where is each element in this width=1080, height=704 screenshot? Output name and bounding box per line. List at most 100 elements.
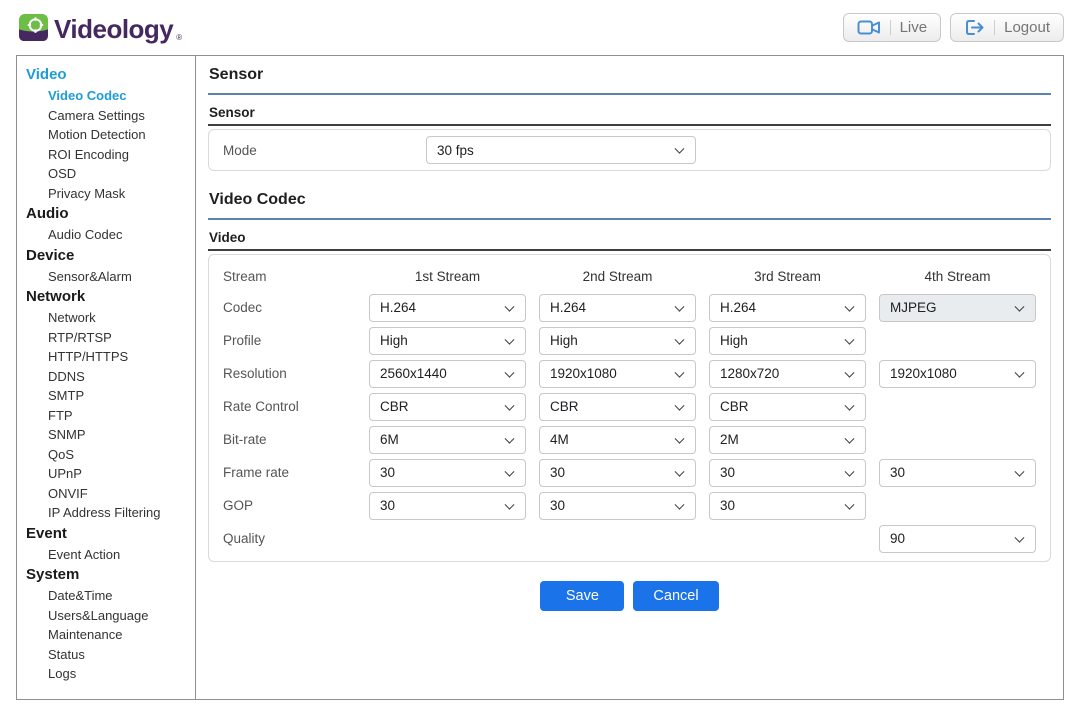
sidebar-item-onvif[interactable]: ONVIF (26, 484, 195, 504)
sensor-mode-value: 30 fps (437, 143, 474, 158)
sidebar-section-video[interactable]: Video (26, 64, 195, 86)
bit-rate-stream2-select[interactable]: 4M (539, 426, 696, 454)
frame-rate-stream1-value: 30 (380, 465, 395, 480)
codec-stream1-select[interactable]: H.264 (369, 294, 526, 322)
sidebar-section-audio[interactable]: Audio (26, 203, 195, 225)
sidebar-section-system[interactable]: System (26, 564, 195, 586)
resolution-stream2-select[interactable]: 1920x1080 (539, 360, 696, 388)
sensor-mode-select[interactable]: 30 fps (426, 136, 696, 164)
sidebar-item-qos[interactable]: QoS (26, 445, 195, 465)
chevron-down-icon (1015, 532, 1025, 542)
profile-row-label: Profile (223, 333, 356, 348)
frame-rate-stream3-select[interactable]: 30 (709, 459, 866, 487)
sensor-section-title: Sensor (208, 66, 1051, 95)
sidebar-item-rtp-rtsp[interactable]: RTP/RTSP (26, 328, 195, 348)
resolution-stream4-select[interactable]: 1920x1080 (879, 360, 1036, 388)
gop-stream3-select[interactable]: 30 (709, 492, 866, 520)
bit-rate-stream1-select[interactable]: 6M (369, 426, 526, 454)
button-divider (890, 20, 891, 35)
sidebar-item-camera-settings[interactable]: Camera Settings (26, 106, 195, 126)
profile-stream2-select[interactable]: High (539, 327, 696, 355)
gop-stream1-value: 30 (380, 498, 395, 513)
profile-stream1-select[interactable]: High (369, 327, 526, 355)
resolution-stream4-value: 1920x1080 (890, 366, 957, 381)
save-button[interactable]: Save (540, 581, 624, 611)
column-header-4th-stream: 4th Stream (879, 269, 1036, 284)
sidebar-item-motion-detection[interactable]: Motion Detection (26, 125, 195, 145)
frame-rate-stream1-select[interactable]: 30 (369, 459, 526, 487)
gop-row: GOP 30 30 30 (223, 489, 1036, 522)
rate-control-stream1-value: CBR (380, 399, 409, 414)
sidebar-item-privacy-mask[interactable]: Privacy Mask (26, 184, 195, 204)
resolution-row: Resolution 2560x1440 1920x1080 1280x720 … (223, 357, 1036, 390)
frame-rate-stream4-select[interactable]: 30 (879, 459, 1036, 487)
main-content: Sensor Sensor Mode 30 fps Video Codec Vi… (196, 56, 1063, 699)
sidebar-item-ddns[interactable]: DDNS (26, 367, 195, 387)
bit-rate-stream3-select[interactable]: 2M (709, 426, 866, 454)
sidebar-section-device[interactable]: Device (26, 245, 195, 267)
gop-stream1-select[interactable]: 30 (369, 492, 526, 520)
resolution-stream1-value: 2560x1440 (380, 366, 447, 381)
rate-control-stream3-select[interactable]: CBR (709, 393, 866, 421)
chevron-down-icon (675, 144, 685, 154)
column-header-3rd-stream: 3rd Stream (709, 269, 866, 284)
quality-stream4-select[interactable]: 90 (879, 525, 1036, 553)
nav-section-video: Video Video Codec Camera Settings Motion… (26, 64, 195, 203)
gop-stream3-value: 30 (720, 498, 735, 513)
live-button[interactable]: Live (843, 13, 942, 42)
frame-rate-stream2-select[interactable]: 30 (539, 459, 696, 487)
chevron-down-icon (675, 433, 685, 443)
nav-section-network: Network Network RTP/RTSP HTTP/HTTPS DDNS… (26, 286, 195, 523)
bit-rate-stream2-value: 4M (550, 432, 569, 447)
rate-control-stream1-select[interactable]: CBR (369, 393, 526, 421)
sidebar-item-maintenance[interactable]: Maintenance (26, 625, 195, 645)
sidebar-item-audio-codec[interactable]: Audio Codec (26, 225, 195, 245)
chevron-down-icon (845, 367, 855, 377)
sidebar-item-event-action[interactable]: Event Action (26, 545, 195, 565)
chevron-down-icon (675, 499, 685, 509)
column-header-1st-stream: 1st Stream (369, 269, 526, 284)
sidebar-item-ftp[interactable]: FTP (26, 406, 195, 426)
sidebar-item-http-https[interactable]: HTTP/HTTPS (26, 347, 195, 367)
nav-section-system: System Date&Time Users&Language Maintena… (26, 564, 195, 684)
codec-stream2-select[interactable]: H.264 (539, 294, 696, 322)
quality-row: Quality 90 (223, 522, 1036, 555)
sidebar-item-upnp[interactable]: UPnP (26, 464, 195, 484)
video-codec-subhead: Video (208, 230, 1051, 251)
frame-rate-stream2-value: 30 (550, 465, 565, 480)
gop-row-label: GOP (223, 498, 356, 513)
sidebar-item-sensor-alarm[interactable]: Sensor&Alarm (26, 267, 195, 287)
sidebar-item-status[interactable]: Status (26, 645, 195, 665)
sidebar-item-roi-encoding[interactable]: ROI Encoding (26, 145, 195, 165)
cancel-button[interactable]: Cancel (633, 581, 718, 611)
sidebar-item-ip-address-filtering[interactable]: IP Address Filtering (26, 503, 195, 523)
chevron-down-icon (505, 499, 515, 509)
gop-stream2-select[interactable]: 30 (539, 492, 696, 520)
sidebar-section-network[interactable]: Network (26, 286, 195, 308)
rate-control-stream2-select[interactable]: CBR (539, 393, 696, 421)
chevron-down-icon (675, 334, 685, 344)
profile-stream3-select[interactable]: High (709, 327, 866, 355)
sidebar-item-snmp[interactable]: SNMP (26, 425, 195, 445)
sidebar-item-logs[interactable]: Logs (26, 664, 195, 684)
bit-rate-row: Bit-rate 6M 4M 2M (223, 423, 1036, 456)
sidebar-item-users-language[interactable]: Users&Language (26, 606, 195, 626)
nav-section-event: Event Event Action (26, 523, 195, 565)
codec-stream4-value: MJPEG (890, 300, 937, 315)
sidebar-item-date-time[interactable]: Date&Time (26, 586, 195, 606)
chevron-down-icon (1015, 466, 1025, 476)
sidebar-section-event[interactable]: Event (26, 523, 195, 545)
live-button-label: Live (900, 19, 928, 36)
sidebar-item-osd[interactable]: OSD (26, 164, 195, 184)
profile-row: Profile High High High (223, 324, 1036, 357)
resolution-stream3-select[interactable]: 1280x720 (709, 360, 866, 388)
resolution-stream1-select[interactable]: 2560x1440 (369, 360, 526, 388)
rate-control-row: Rate Control CBR CBR CBR (223, 390, 1036, 423)
sidebar-item-smtp[interactable]: SMTP (26, 386, 195, 406)
logout-button[interactable]: Logout (950, 13, 1064, 42)
sidebar-item-network[interactable]: Network (26, 308, 195, 328)
sign-out-icon (964, 19, 985, 36)
codec-stream3-select[interactable]: H.264 (709, 294, 866, 322)
sidebar-item-video-codec[interactable]: Video Codec (26, 86, 195, 106)
frame-rate-stream4-value: 30 (890, 465, 905, 480)
